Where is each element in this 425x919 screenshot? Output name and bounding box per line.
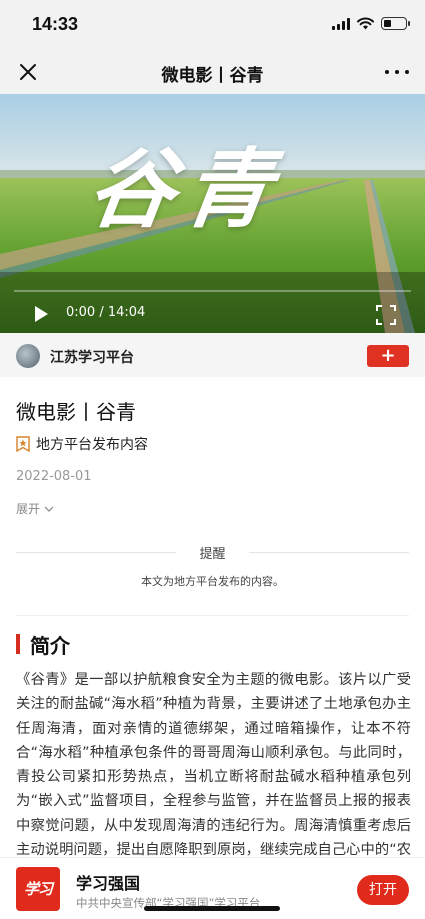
avatar[interactable] [16,344,40,368]
status-time: 14:33 [32,14,79,34]
fullscreen-icon[interactable] [375,304,397,326]
follow-button[interactable]: + [367,345,409,367]
open-app-button[interactable]: 打开 [357,875,409,905]
section-title: 简介 [30,634,70,658]
section-marker [16,634,20,654]
expand-button[interactable]: 展开 [16,500,54,517]
chevron-down-icon [44,506,54,512]
divider [16,615,409,616]
nav-bar: 微电影丨谷青 [0,50,425,94]
video-player[interactable]: 谷青 0:00 / 14:04 [0,94,425,333]
source-name[interactable]: 江苏学习平台 [50,347,134,367]
source-tag: 地方平台发布内容 [16,434,148,454]
publish-date: 2022-08-01 [16,469,92,484]
play-icon[interactable] [32,304,50,324]
video-time: 0:00 / 14:04 [66,305,146,320]
battery-icon [381,17,410,30]
home-indicator[interactable] [144,906,280,911]
reminder-text: 本文为地方平台发布的内容。 [141,575,284,588]
status-icons [332,17,410,30]
intro-text: 《谷青》是一部以护航粮食安全为主题的微电影。该片以广受关注的耐盐碱“海水稻”种植… [16,672,411,856]
app-name: 学习强国 [76,874,141,893]
source-tag-label: 地方平台发布内容 [36,437,148,453]
cellular-signal-icon [332,17,350,30]
app-logo: 学习 [16,867,60,911]
wifi-icon [357,17,374,30]
article-title: 微电影丨谷青 [16,400,136,424]
more-icon[interactable] [385,60,409,84]
reminder-box: 提醒 本文为地方平台发布的内容。 [16,540,409,616]
divider [249,552,409,553]
expand-label: 展开 [16,502,41,516]
bookmark-star-icon [16,436,30,452]
video-title-calligraphy: 谷青 [81,139,288,240]
battery-level [384,20,391,27]
status-bar: 14:33 [0,0,425,50]
page-title: 微电影丨谷青 [161,66,264,86]
video-progress-bar[interactable] [14,290,411,292]
source-row: 江苏学习平台 + [0,333,425,377]
